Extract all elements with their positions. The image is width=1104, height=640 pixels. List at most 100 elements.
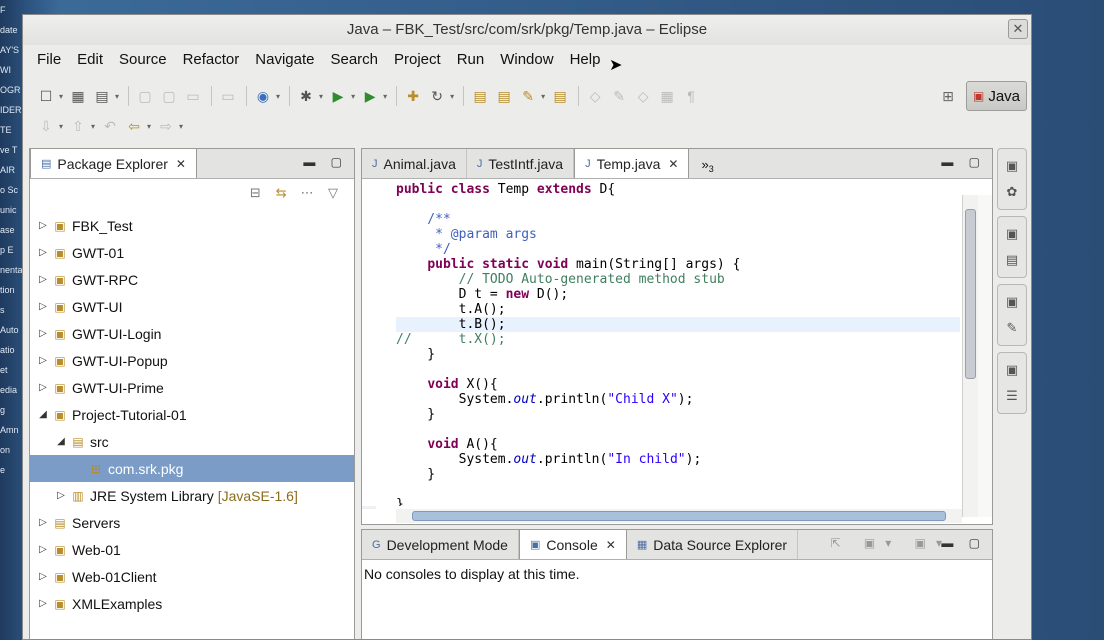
console-minimize-maximize-icons[interactable]: ▬ ▢ (941, 536, 986, 550)
link-editor-icon[interactable]: ⇆ (270, 179, 292, 207)
open-type-icon[interactable]: ▤ (469, 85, 491, 107)
pilcrow-icon[interactable]: ¶ (680, 85, 702, 107)
new-class-icon[interactable]: ▤ (91, 85, 113, 107)
collapse-all-icon[interactable]: ⊟ (244, 179, 266, 207)
expand-arrow-icon[interactable]: ▷ (36, 220, 50, 231)
tree-item[interactable]: ▷ ▣ XMLExamples (30, 590, 354, 617)
tree-item[interactable]: ▷ ▣ GWT-UI-Popup (30, 347, 354, 374)
expand-arrow-icon[interactable]: ▷ (36, 274, 50, 285)
menu-search[interactable]: Search (322, 51, 386, 68)
tree-item[interactable]: ▷ ▤ Servers (30, 509, 354, 536)
editor-horizontal-scrollbar[interactable] (396, 509, 962, 523)
close-icon[interactable]: ✕ (176, 157, 186, 171)
tree-item[interactable]: ▷ ▣ GWT-UI-Prime (30, 374, 354, 401)
tab-package-explorer[interactable]: ▤ Package Explorer ✕ (30, 148, 197, 178)
expand-arrow-icon[interactable]: ◢ (36, 409, 50, 420)
google-icon[interactable]: ◉ (252, 85, 274, 107)
next-annotation-icon[interactable]: ⇩ (35, 115, 57, 137)
expand-arrow-icon[interactable]: ▷ (36, 328, 50, 339)
expand-arrow-icon[interactable]: ▷ (36, 301, 50, 312)
editor-vertical-scrollbar[interactable] (962, 195, 978, 517)
overview-ruler[interactable] (978, 195, 992, 517)
back-icon[interactable]: ⇦ (123, 115, 145, 137)
forward-icon[interactable]: ⇨ (155, 115, 177, 137)
menu-edit[interactable]: Edit (69, 51, 111, 68)
vertical-scroll-thumb[interactable] (965, 209, 976, 379)
search-icon[interactable]: ✎ (517, 85, 539, 107)
tab-development-mode[interactable]: G Development Mode (362, 530, 519, 559)
tree-item[interactable]: ▷ ▣ Web-01 (30, 536, 354, 563)
print-icon[interactable]: ▭ (182, 85, 204, 107)
new-package-icon[interactable]: ✚ (402, 85, 424, 107)
java-perspective-button[interactable]: ▣ Java (965, 81, 1027, 111)
open-task-icon[interactable]: ▤ (493, 85, 515, 107)
menu-help[interactable]: Help (562, 51, 609, 68)
last-edit-icon[interactable]: ↶ (99, 115, 121, 137)
tree-item[interactable]: ▷ ▥ JRE System Library [JavaSE-1.6] (30, 482, 354, 509)
tree-item[interactable]: ◢ ▣ Project-Tutorial-01 (30, 401, 354, 428)
tab-overflow-icon[interactable]: » (701, 157, 708, 172)
tab-console[interactable]: ▣ Console ✕ (518, 529, 627, 559)
trim-view-icon[interactable]: ▤ (998, 247, 1026, 273)
run-icon[interactable]: ▶ (327, 85, 349, 107)
new-wizard-icon[interactable]: ☐ (35, 85, 57, 107)
view-menu-icon[interactable]: ▽ (322, 179, 344, 207)
mark-occurrences-icon[interactable]: ◇ (584, 85, 606, 107)
expand-arrow-icon[interactable]: ▷ (36, 544, 50, 555)
trim-view-icon[interactable]: ☰ (998, 383, 1026, 409)
editor-minimize-maximize-icons[interactable]: ▬ ▢ (941, 155, 986, 169)
expand-arrow-icon[interactable]: ▷ (36, 247, 50, 258)
debug-icon[interactable]: ✱ (295, 85, 317, 107)
expand-arrow-icon[interactable]: ▷ (36, 571, 50, 582)
menu-window[interactable]: Window (492, 51, 561, 68)
tree-item[interactable]: ▷ ▣ GWT-RPC (30, 266, 354, 293)
tree-item[interactable]: ▷ ▣ GWT-UI-Login (30, 320, 354, 347)
tab-temp-java[interactable]: J Temp.java ✕ (574, 148, 690, 178)
expand-arrow-icon[interactable]: ◢ (54, 436, 68, 447)
tree-item[interactable]: ⊞ com.srk.pkg (30, 455, 354, 482)
trim-view-icon[interactable]: ▣ (998, 221, 1026, 247)
close-window-button[interactable]: ✕ (1008, 19, 1028, 39)
trim-view-icon[interactable]: ▣ (998, 357, 1026, 383)
menu-run[interactable]: Run (449, 51, 493, 68)
open-folder-icon[interactable]: ▤ (549, 85, 571, 107)
menu-navigate[interactable]: Navigate (247, 51, 322, 68)
trim-view-icon[interactable]: ✎ (998, 315, 1026, 341)
block-selection-icon[interactable]: ◇ (632, 85, 654, 107)
whitespace-icon[interactable]: ▦ (656, 85, 678, 107)
highlight-icon[interactable]: ✎ (608, 85, 630, 107)
open-perspective-icon[interactable]: ⊞ (936, 84, 960, 108)
expand-arrow-icon[interactable]: ▷ (36, 382, 50, 393)
tree-item[interactable]: ▷ ▣ Web-01Client (30, 563, 354, 590)
new-project-icon[interactable]: ▦ (67, 85, 89, 107)
save-all-icon[interactable]: ▢ (158, 85, 180, 107)
menu-project[interactable]: Project (386, 51, 449, 68)
minimize-maximize-icons[interactable]: ▬ ▢ (303, 155, 348, 169)
expand-arrow-icon[interactable]: ▷ (36, 355, 50, 366)
menu-file[interactable]: File (29, 51, 69, 68)
console-toolbar-icons[interactable]: ⇱ ▣▾ ▣▾ (831, 536, 952, 550)
close-icon[interactable]: ✕ (668, 157, 678, 171)
tree-item[interactable]: ▷ ▣ GWT-01 (30, 239, 354, 266)
prev-annotation-icon[interactable]: ⇧ (67, 115, 89, 137)
trim-view-icon[interactable]: ▣ (998, 289, 1026, 315)
trim-view-icon[interactable]: ✿ (998, 179, 1026, 205)
menu-source[interactable]: Source (111, 51, 175, 68)
window-titlebar[interactable]: Java – FBK_Test/src/com/srk/pkg/Temp.jav… (23, 15, 1031, 45)
tree-item[interactable]: ▷ ▣ FBK_Test (30, 212, 354, 239)
tab-testintf-java[interactable]: J TestIntf.java (467, 149, 575, 178)
tree-item[interactable]: ◢ ▤ src (30, 428, 354, 455)
close-icon[interactable]: ✕ (606, 538, 616, 552)
toggle-icon[interactable]: ▭ (217, 85, 239, 107)
expand-arrow-icon[interactable]: ▷ (54, 490, 68, 501)
focus-icon[interactable]: ⋯ (296, 179, 318, 207)
refresh-icon[interactable]: ↻ (426, 85, 448, 107)
tab-data-source-explorer[interactable]: ▦ Data Source Explorer (627, 530, 799, 559)
run-external-icon[interactable]: ▶ (359, 85, 381, 107)
tab-animal-java[interactable]: J Animal.java (362, 149, 467, 178)
horizontal-scroll-thumb[interactable] (412, 511, 946, 521)
expand-arrow-icon[interactable]: ▷ (36, 517, 50, 528)
code-area[interactable]: public class Temp extends D{ /** * @para… (362, 179, 960, 506)
save-icon[interactable]: ▢ (134, 85, 156, 107)
menu-refactor[interactable]: Refactor (175, 51, 248, 68)
